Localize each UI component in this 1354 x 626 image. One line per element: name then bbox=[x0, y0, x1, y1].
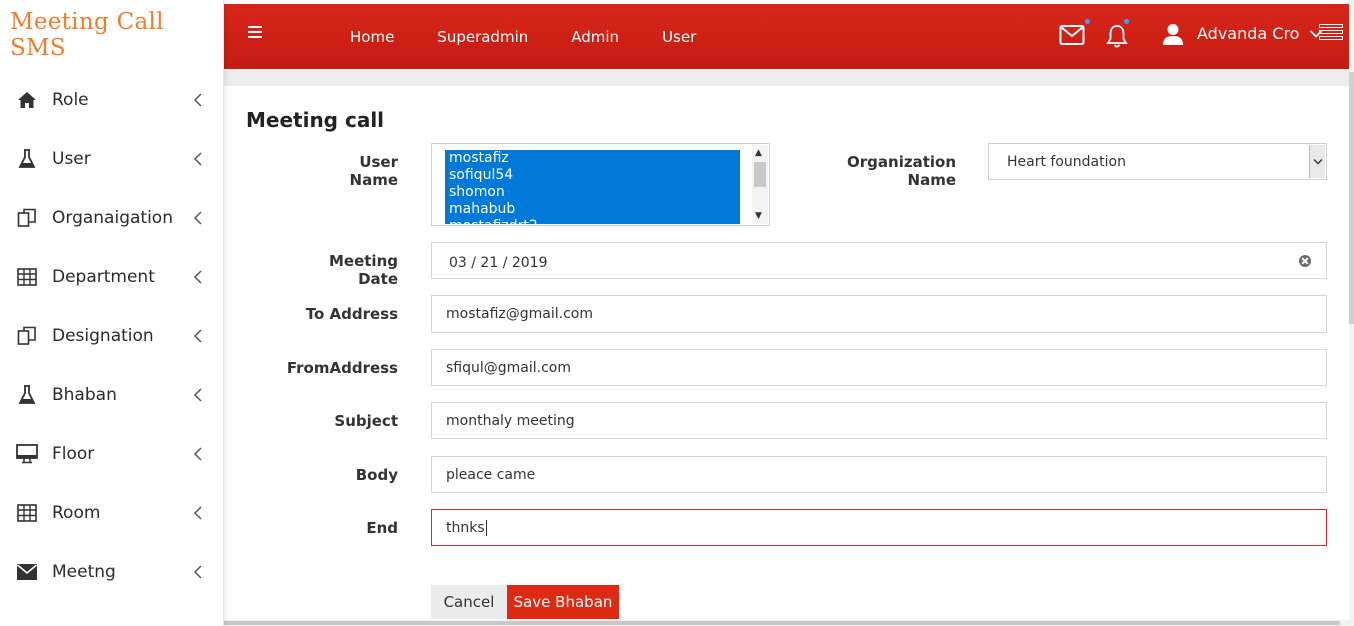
main-content: Meeting call User Name mostafiz sofiqul5… bbox=[224, 86, 1349, 626]
nav-user[interactable]: User bbox=[662, 28, 696, 46]
end-input[interactable]: thnks bbox=[431, 509, 1327, 546]
to-address-value: mostafiz@gmail.com bbox=[446, 306, 593, 322]
scroll-up-icon[interactable]: ▲ bbox=[755, 148, 762, 158]
user-option[interactable]: mahabub bbox=[445, 201, 740, 218]
sidebar-item-user[interactable]: User bbox=[0, 129, 223, 188]
user-option[interactable]: shomon bbox=[445, 184, 740, 201]
to-address-input[interactable]: mostafiz@gmail.com bbox=[431, 295, 1327, 333]
from-address-value: sfiqul@gmail.com bbox=[446, 359, 571, 376]
clear-date-icon[interactable] bbox=[1299, 254, 1311, 267]
user-avatar-icon[interactable] bbox=[1162, 23, 1184, 51]
nav-admin[interactable]: Admin bbox=[571, 28, 619, 46]
sidebar-item-bhaban[interactable]: Bhaban bbox=[0, 365, 223, 424]
sidebar: Meeting Call SMS Role User Organaigation… bbox=[0, 0, 224, 626]
page-scroll-thumb[interactable] bbox=[1349, 72, 1354, 324]
sidebar-item-label: Organaigation bbox=[52, 207, 173, 228]
meeting-date-value: 03 / 21 / 2019 bbox=[449, 255, 548, 271]
subject-label: Subject bbox=[334, 412, 398, 430]
user-menu[interactable]: Advanda Cro bbox=[1197, 24, 1323, 43]
table-icon bbox=[16, 502, 38, 524]
sidebar-item-label: Meetng bbox=[52, 561, 116, 582]
sidebar-item-meeting[interactable]: Meetng bbox=[0, 542, 223, 601]
meeting-date-label: Meeting Date bbox=[328, 252, 398, 288]
user-name-multiselect[interactable]: mostafiz sofiqul54 shomon mahabub mostaf… bbox=[431, 143, 770, 226]
chevron-left-icon bbox=[193, 151, 202, 166]
envelope-icon bbox=[16, 561, 38, 583]
sidebar-item-designation[interactable]: Designation bbox=[0, 306, 223, 365]
sidebar-item-role[interactable]: Role bbox=[0, 70, 223, 129]
scroll-down-icon[interactable]: ▼ bbox=[755, 211, 762, 221]
body-label: Body bbox=[355, 466, 398, 484]
sidebar-item-room[interactable]: Room bbox=[0, 483, 223, 542]
top-header: Home Superadmin Admin User Advanda Cro bbox=[224, 4, 1349, 69]
header-actions: Advanda Cro bbox=[1029, 4, 1349, 69]
end-label: End bbox=[366, 519, 398, 537]
subject-input[interactable]: monthaly meeting bbox=[431, 402, 1327, 439]
nav-home[interactable]: Home bbox=[350, 28, 394, 46]
to-address-label: To Address bbox=[305, 305, 398, 323]
sidebar-item-label: Room bbox=[52, 502, 101, 523]
chevron-left-icon bbox=[193, 387, 202, 402]
copy-icon bbox=[16, 325, 38, 347]
meeting-date-input[interactable]: 03 / 21 / 2019 bbox=[431, 242, 1327, 279]
bell-icon[interactable] bbox=[1106, 19, 1129, 52]
body-input[interactable]: pleace came bbox=[431, 456, 1327, 493]
subject-value: monthaly meeting bbox=[446, 412, 575, 429]
mail-icon[interactable] bbox=[1059, 19, 1090, 50]
sidebar-nav: Role User Organaigation Department Desig… bbox=[0, 70, 223, 601]
body-value: pleace came bbox=[446, 466, 536, 483]
sidebar-item-floor[interactable]: Floor bbox=[0, 424, 223, 483]
organization-select[interactable]: Heart foundation bbox=[988, 143, 1327, 180]
chevron-left-icon bbox=[193, 446, 202, 461]
page-scrollbar[interactable] bbox=[1349, 0, 1354, 626]
top-nav: Home Superadmin Admin User bbox=[350, 4, 739, 69]
user-option[interactable]: sofiqul54 bbox=[445, 167, 740, 184]
chevron-left-icon bbox=[193, 328, 202, 343]
chevron-left-icon bbox=[193, 269, 202, 284]
user-name-label: User Name bbox=[349, 153, 398, 189]
cancel-button[interactable]: Cancel bbox=[431, 585, 507, 619]
copy-icon bbox=[16, 207, 38, 229]
flask-icon bbox=[16, 384, 38, 406]
server-stack-icon[interactable] bbox=[1319, 24, 1343, 44]
page-title: Meeting call bbox=[246, 108, 385, 132]
text-cursor bbox=[485, 519, 487, 536]
sidebar-item-label: Designation bbox=[52, 325, 154, 346]
user-options: mostafiz sofiqul54 shomon mahabub mostaf… bbox=[445, 150, 740, 224]
chevron-left-icon bbox=[193, 92, 202, 107]
scroll-thumb[interactable] bbox=[754, 162, 766, 187]
menu-toggle-icon[interactable] bbox=[248, 26, 262, 38]
chevron-left-icon bbox=[193, 564, 202, 579]
user-name: Advanda Cro bbox=[1197, 24, 1300, 43]
chevron-down-icon[interactable] bbox=[1309, 145, 1325, 178]
sidebar-item-label: Bhaban bbox=[52, 384, 117, 405]
sidebar-item-organization[interactable]: Organaigation bbox=[0, 188, 223, 247]
header-divider bbox=[224, 69, 1349, 86]
table-icon bbox=[16, 266, 38, 288]
user-option[interactable]: mostafizdrt2 bbox=[445, 218, 740, 224]
flask-icon bbox=[16, 148, 38, 170]
sidebar-item-label: Department bbox=[52, 266, 155, 287]
app: Meeting Call SMS Role User Organaigation… bbox=[0, 0, 1354, 626]
user-option[interactable]: mostafiz bbox=[445, 150, 740, 167]
desktop-icon bbox=[16, 443, 38, 465]
sidebar-item-label: Role bbox=[52, 89, 89, 110]
from-address-label: FromAddress bbox=[286, 359, 398, 377]
end-value: thnks bbox=[446, 519, 485, 536]
sidebar-item-department[interactable]: Department bbox=[0, 247, 223, 306]
organization-value: Heart foundation bbox=[1007, 153, 1126, 170]
chevron-left-icon bbox=[193, 210, 202, 225]
home-icon bbox=[16, 89, 38, 111]
sidebar-item-label: User bbox=[52, 148, 91, 169]
from-address-input[interactable]: sfiqul@gmail.com bbox=[431, 349, 1327, 386]
nav-superadmin[interactable]: Superadmin bbox=[437, 28, 528, 46]
sidebar-item-label: Floor bbox=[52, 443, 95, 464]
listbox-scrollbar[interactable]: ▲ ▼ bbox=[752, 145, 768, 224]
brand-logo: Meeting Call SMS bbox=[10, 9, 164, 61]
chevron-left-icon bbox=[193, 505, 202, 520]
save-button[interactable]: Save Bhaban bbox=[507, 585, 619, 619]
organization-label: Organization Name bbox=[847, 153, 956, 189]
